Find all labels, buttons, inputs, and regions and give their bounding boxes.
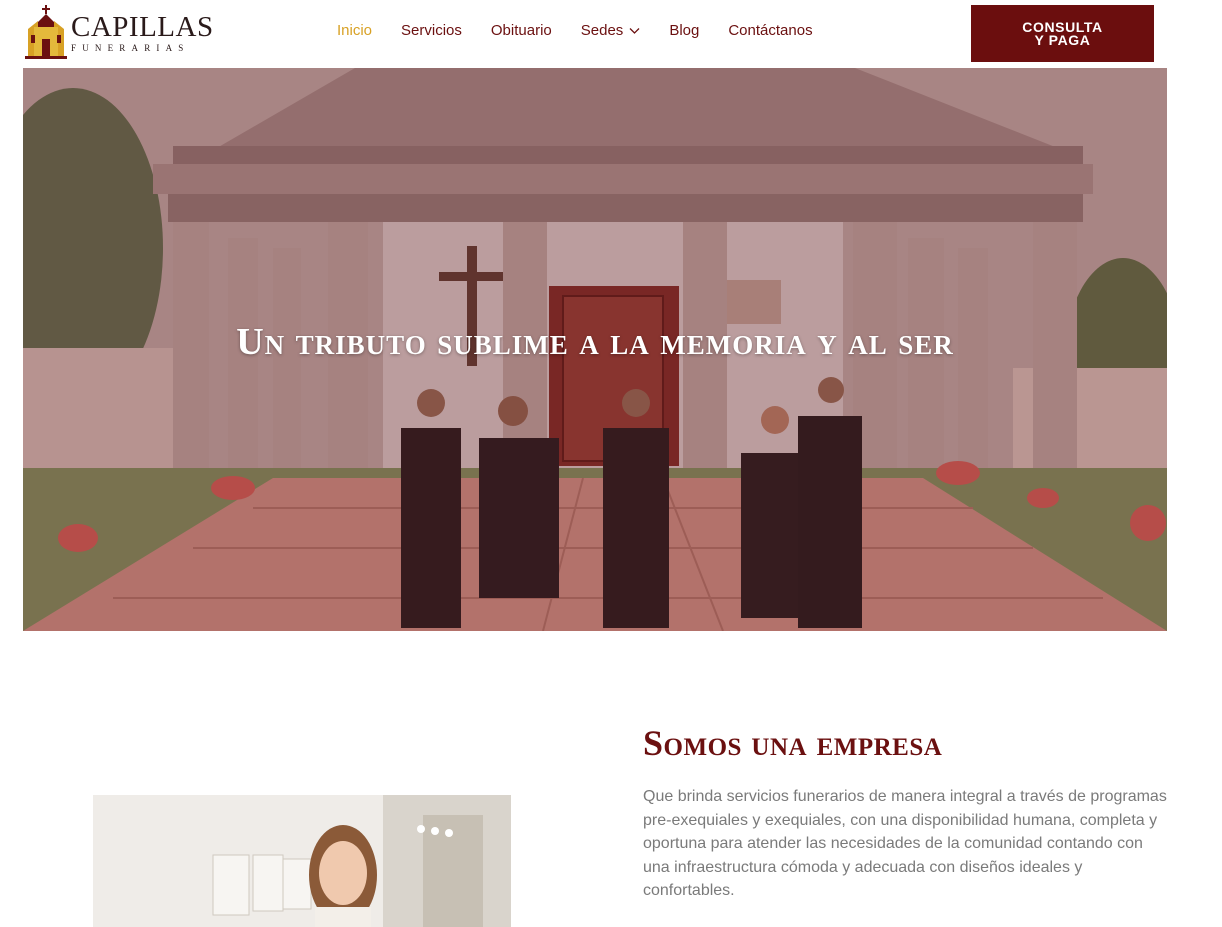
nav-item-inicio[interactable]: Inicio [337,22,372,39]
nav-item-blog[interactable]: Blog [669,22,699,39]
chapel-logo-icon [25,5,67,59]
nav-item-servicios[interactable]: Servicios [401,22,462,39]
main-nav: Inicio Servicios Obituario Sedes Blog Co… [337,22,842,39]
brand-tagline: FUNERARIAS [71,42,190,53]
site-header: CAPILLAS FUNERARIAS Inicio Servicios Obi… [0,0,1222,68]
nav-item-obituario[interactable]: Obituario [491,22,552,39]
hero-banner: Un tributo sublime a la memoria y al ser [23,68,1167,631]
hero-title: Un tributo sublime a la memoria y al ser [236,321,954,363]
staff-photo [93,795,511,927]
about-title: Somos una empresa [643,723,943,763]
cta-line-2: Y PAGA [1034,31,1091,48]
nav-item-sedes[interactable]: Sedes [581,22,641,39]
brand-name: CAPILLAS [71,10,214,43]
nav-item-sedes-label: Sedes [580,22,624,39]
brand-logo[interactable]: CAPILLAS FUNERARIAS [24,4,213,60]
consulta-y-paga-button[interactable]: CONSULTA Y PAGA [971,5,1154,62]
chevron-down-icon [629,28,640,34]
about-description: Que brinda servicios funerarios de maner… [643,788,1167,899]
nav-item-contactanos[interactable]: Contáctanos [728,22,812,39]
receptionist-image [93,795,511,927]
logo-wordmark: CAPILLAS FUNERARIAS [71,12,214,53]
